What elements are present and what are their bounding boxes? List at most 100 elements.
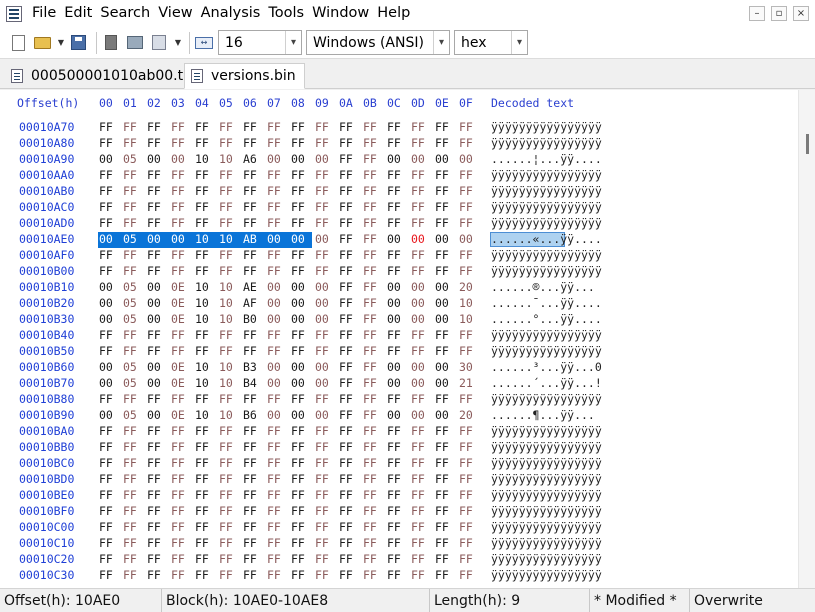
hex-byte[interactable]: 00	[387, 152, 401, 166]
hex-byte[interactable]: FF	[435, 456, 449, 470]
hex-byte[interactable]: FF	[99, 200, 113, 214]
hex-byte[interactable]: FF	[123, 568, 137, 582]
hex-byte[interactable]: FF	[363, 168, 377, 182]
hex-byte[interactable]: FF	[315, 568, 329, 582]
hex-byte[interactable]: FF	[147, 120, 161, 134]
hex-byte[interactable]: FF	[243, 120, 257, 134]
hex-byte[interactable]: 10	[195, 360, 209, 374]
hex-byte[interactable]: FF	[387, 568, 401, 582]
hex-byte[interactable]: FF	[387, 216, 401, 230]
hex-byte[interactable]: A6	[243, 152, 257, 166]
hex-byte[interactable]: FF	[219, 328, 233, 342]
hex-byte[interactable]: 30	[459, 360, 473, 374]
hex-byte[interactable]: FF	[243, 472, 257, 486]
hex-byte[interactable]: FF	[219, 424, 233, 438]
hex-byte[interactable]: FF	[315, 184, 329, 198]
hex-byte[interactable]: FF	[99, 392, 113, 406]
hex-byte[interactable]: 00	[147, 296, 161, 310]
hex-byte[interactable]: 05	[123, 408, 137, 422]
hex-byte[interactable]: FF	[99, 440, 113, 454]
hex-byte[interactable]: FF	[339, 552, 353, 566]
hex-byte[interactable]: FF	[147, 472, 161, 486]
hex-byte[interactable]: FF	[315, 328, 329, 342]
hex-byte[interactable]: FF	[123, 488, 137, 502]
hex-byte[interactable]: FF	[339, 120, 353, 134]
bytes-per-row-select[interactable]: 16 ▾	[218, 30, 302, 55]
hex-byte[interactable]: FF	[267, 504, 281, 518]
hex-byte[interactable]: FF	[171, 488, 185, 502]
hex-byte[interactable]: FF	[363, 456, 377, 470]
hex-byte[interactable]: FF	[339, 280, 353, 294]
hex-byte[interactable]: FF	[435, 264, 449, 278]
hex-byte[interactable]: FF	[435, 552, 449, 566]
hex-byte[interactable]: FF	[123, 456, 137, 470]
hex-byte[interactable]: FF	[195, 184, 209, 198]
charset-select[interactable]: Windows (ANSI) ▾	[306, 30, 450, 55]
hex-byte[interactable]: 00	[387, 376, 401, 390]
hex-byte[interactable]: 00	[147, 360, 161, 374]
hex-byte[interactable]: FF	[315, 168, 329, 182]
hex-byte[interactable]: 20	[459, 408, 473, 422]
hex-byte[interactable]: FF	[435, 568, 449, 582]
hex-byte[interactable]: FF	[411, 472, 425, 486]
hex-byte[interactable]: 00	[435, 296, 449, 310]
hex-byte[interactable]: FF	[459, 520, 473, 534]
hex-byte[interactable]: FF	[363, 152, 377, 166]
hex-byte[interactable]: FF	[219, 184, 233, 198]
hex-byte[interactable]: FF	[147, 264, 161, 278]
hex-byte[interactable]: FF	[459, 136, 473, 150]
hex-byte[interactable]: FF	[99, 504, 113, 518]
hex-byte[interactable]: FF	[123, 264, 137, 278]
hex-byte[interactable]: FF	[267, 328, 281, 342]
hex-byte[interactable]: FF	[243, 216, 257, 230]
hex-byte[interactable]: FF	[219, 488, 233, 502]
hex-byte[interactable]: 00	[267, 296, 281, 310]
hex-byte[interactable]: FF	[459, 488, 473, 502]
hex-byte[interactable]: FF	[171, 536, 185, 550]
hex-byte[interactable]: FF	[315, 216, 329, 230]
hex-byte[interactable]: FF	[339, 200, 353, 214]
hex-byte[interactable]: 00	[99, 408, 113, 422]
hex-byte[interactable]: FF	[123, 440, 137, 454]
hex-byte[interactable]: FF	[123, 552, 137, 566]
hex-byte[interactable]: FF	[171, 136, 185, 150]
tab-tik-file[interactable]: 000500001010ab00.tik	[4, 63, 204, 89]
hex-byte[interactable]: FF	[219, 216, 233, 230]
hex-byte[interactable]: FF	[363, 472, 377, 486]
hex-byte[interactable]: FF	[267, 136, 281, 150]
hex-byte[interactable]: FF	[195, 520, 209, 534]
hex-byte[interactable]: 00	[267, 408, 281, 422]
hex-byte[interactable]: FF	[195, 424, 209, 438]
hex-byte[interactable]: FF	[387, 536, 401, 550]
hex-byte[interactable]: FF	[363, 504, 377, 518]
hex-byte[interactable]: FF	[411, 568, 425, 582]
hex-byte[interactable]: FF	[315, 264, 329, 278]
hex-byte[interactable]: 00	[411, 376, 425, 390]
hex-byte[interactable]: FF	[291, 488, 305, 502]
hex-byte[interactable]: FF	[315, 552, 329, 566]
hex-byte[interactable]: 0E	[171, 280, 185, 294]
hex-byte[interactable]: FF	[339, 328, 353, 342]
hex-byte[interactable]: FF	[387, 488, 401, 502]
hex-byte[interactable]: 10	[195, 280, 209, 294]
hex-byte[interactable]: FF	[219, 344, 233, 358]
hex-byte[interactable]: 00	[171, 152, 185, 166]
hex-byte[interactable]: 10	[219, 232, 233, 246]
hex-byte[interactable]: FF	[195, 200, 209, 214]
hex-byte[interactable]: 10	[195, 408, 209, 422]
hex-byte[interactable]: 00	[387, 408, 401, 422]
hex-byte[interactable]: 00	[291, 408, 305, 422]
hex-byte[interactable]: FF	[339, 360, 353, 374]
hex-byte[interactable]: FF	[99, 424, 113, 438]
hex-byte[interactable]: FF	[459, 440, 473, 454]
hex-byte[interactable]: B0	[243, 312, 257, 326]
hex-byte[interactable]: FF	[219, 504, 233, 518]
hex-byte[interactable]: FF	[459, 568, 473, 582]
decoded-text[interactable]: ÿÿÿÿÿÿÿÿÿÿÿÿÿÿÿÿ	[491, 200, 602, 214]
hex-byte[interactable]: FF	[363, 216, 377, 230]
hex-byte[interactable]: FF	[387, 392, 401, 406]
decoded-text[interactable]: ÿÿÿÿÿÿÿÿÿÿÿÿÿÿÿÿ	[491, 216, 602, 230]
hex-byte[interactable]: FF	[435, 472, 449, 486]
hex-byte[interactable]: FF	[411, 536, 425, 550]
open-dropdown-arrow-icon[interactable]: ▼	[56, 38, 66, 47]
